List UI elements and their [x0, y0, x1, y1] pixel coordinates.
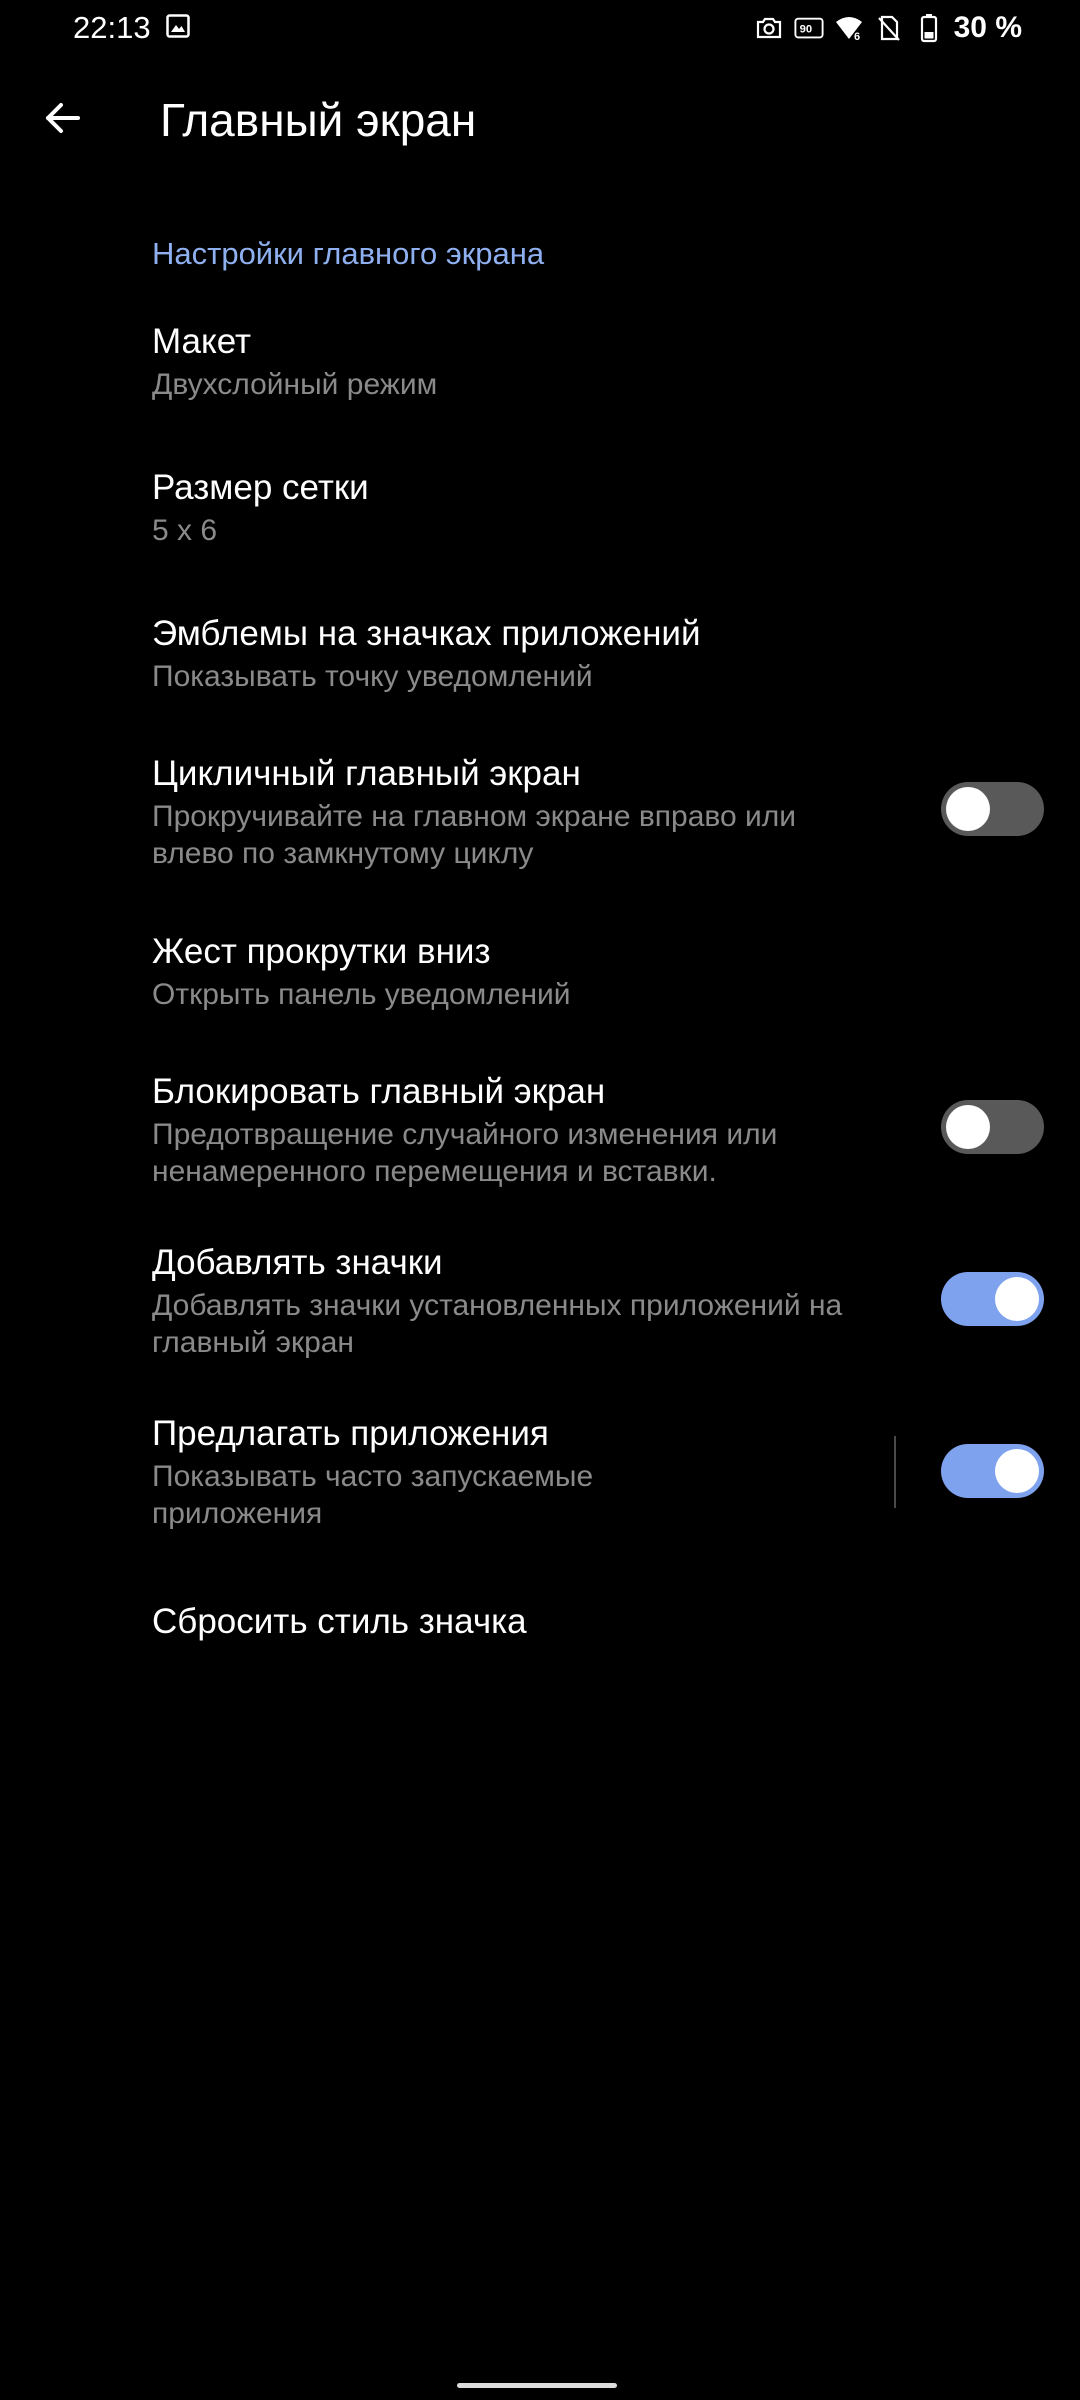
setting-subtitle: Открыть панель уведомлений: [152, 978, 571, 1011]
setting-subtitle: 5 x 6: [152, 514, 218, 547]
setting-subtitle: Предотвращение случайного изменения или …: [152, 1118, 778, 1188]
toggle-knob: [995, 1449, 1039, 1493]
setting-title: Предлагать приложения: [152, 1414, 549, 1453]
add-icons-toggle[interactable]: [941, 1272, 1044, 1326]
setting-app-badges[interactable]: Эмблемы на значках приложений Показывать…: [0, 604, 1080, 714]
battery-icon: [914, 13, 944, 43]
setting-title: Эмблемы на значках приложений: [152, 614, 701, 653]
battery-percentage: 30 %: [953, 11, 1022, 44]
setting-title: Жест прокрутки вниз: [152, 932, 491, 971]
no-sim-icon: [874, 13, 904, 43]
setting-subtitle: Показывать точку уведомлений: [152, 660, 593, 693]
setting-cyclic-home[interactable]: Цикличный главный экран Прокручивайте на…: [0, 744, 1080, 884]
section-header: Настройки главного экрана: [152, 236, 545, 271]
status-time: 22:13: [73, 10, 151, 45]
divider: [894, 1436, 896, 1508]
setting-add-icons[interactable]: Добавлять значки Добавлять значки устано…: [0, 1233, 1080, 1373]
lock-home-toggle[interactable]: [941, 1100, 1044, 1154]
back-button[interactable]: [30, 86, 94, 150]
setting-title: Цикличный главный экран: [152, 754, 581, 793]
status-bar: 22:13 90 6 30 %: [0, 0, 1080, 56]
camera-icon: [754, 13, 784, 43]
toggle-knob: [946, 1105, 990, 1149]
setting-reset-icon-style[interactable]: Сбросить стиль значка: [0, 1592, 1080, 1672]
setting-subtitle: Прокручивайте на главном экране вправо и…: [152, 800, 797, 870]
setting-subtitle: Добавлять значки установленных приложени…: [152, 1289, 843, 1359]
suggest-apps-toggle[interactable]: [941, 1444, 1044, 1498]
setting-lock-home[interactable]: Блокировать главный экран Предотвращение…: [0, 1062, 1080, 1202]
setting-title: Блокировать главный экран: [152, 1072, 606, 1111]
setting-title: Размер сетки: [152, 468, 369, 507]
app-bar: Главный экран: [0, 64, 1080, 168]
setting-swipe-down[interactable]: Жест прокрутки вниз Открыть панель уведо…: [0, 922, 1080, 1032]
refresh-rate-icon: 90: [794, 13, 824, 43]
setting-subtitle: Показывать часто запускаемые приложения: [152, 1460, 594, 1530]
setting-title: Макет: [152, 322, 252, 361]
wifi-icon: 6: [834, 13, 864, 43]
gallery-icon: [166, 14, 190, 38]
page-title: Главный экран: [160, 94, 477, 146]
setting-suggest-apps[interactable]: Предлагать приложения Показывать часто з…: [0, 1404, 1080, 1544]
status-icons: 90 6 30 %: [754, 10, 1022, 46]
setting-title: Сбросить стиль значка: [152, 1602, 527, 1641]
arrow-back-icon: [46, 103, 80, 133]
cyclic-home-toggle[interactable]: [941, 782, 1044, 836]
setting-layout[interactable]: Макет Двухслойный режим: [0, 312, 1080, 422]
setting-grid-size[interactable]: Размер сетки 5 x 6: [0, 458, 1080, 568]
setting-subtitle: Двухслойный режим: [152, 368, 438, 401]
toggle-knob: [995, 1277, 1039, 1321]
toggle-knob: [946, 787, 990, 831]
svg-text:90: 90: [799, 24, 812, 36]
gesture-nav-handle[interactable]: [457, 2383, 617, 2388]
svg-text:6: 6: [854, 31, 860, 42]
setting-title: Добавлять значки: [152, 1243, 443, 1282]
